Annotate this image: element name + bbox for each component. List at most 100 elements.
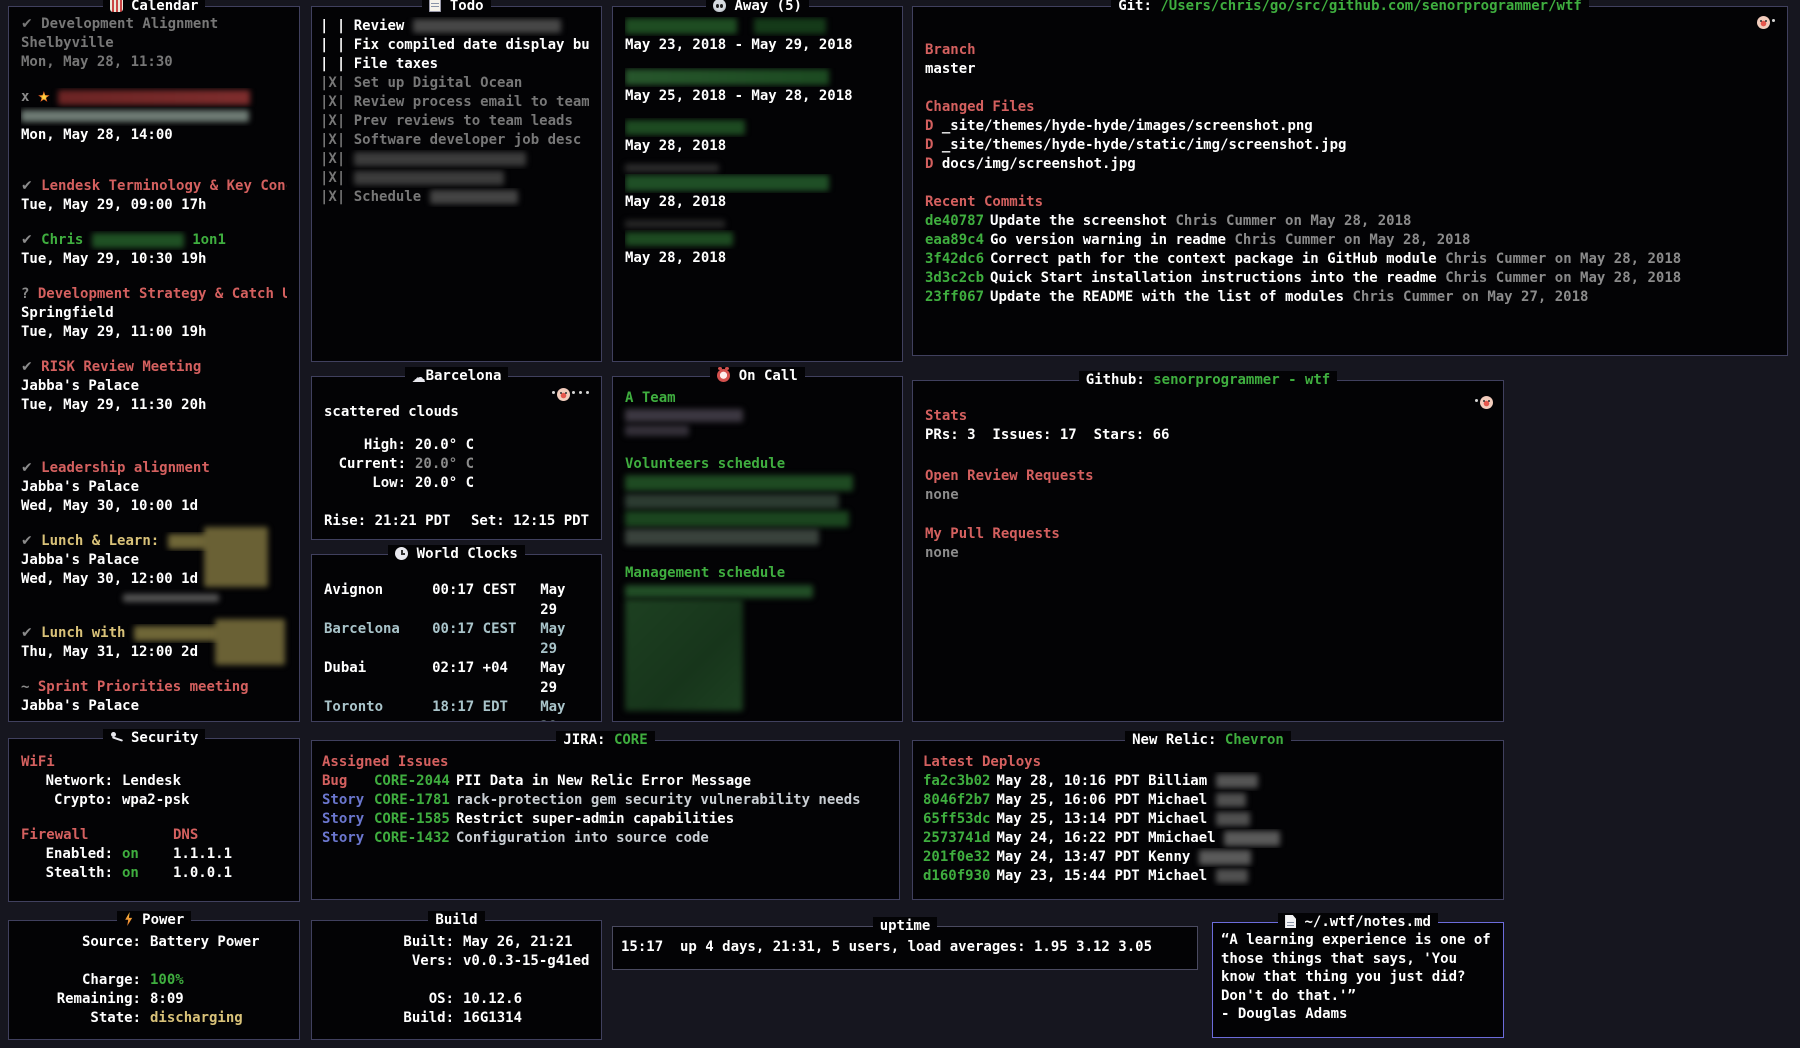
todo-item[interactable]: |X| Schedule	[320, 188, 589, 207]
event-bullet: ?	[21, 286, 29, 302]
recent-commits-label: Recent Commits	[925, 193, 1775, 212]
event-title: Lunch with	[41, 625, 125, 641]
redacted-text	[625, 164, 719, 172]
notes-quote: “A learning experience is one of those t…	[1221, 931, 1495, 1005]
todo-item[interactable]: |X| Set up Digital Ocean	[320, 74, 589, 93]
jira-panel: JIRA: CORE Assigned Issues BugCORE-2044P…	[311, 740, 900, 900]
dns-label: DNS	[173, 826, 232, 845]
git-panel: Git: /Users/chris/go/src/github.com/seno…	[912, 6, 1788, 356]
redacted-text	[625, 220, 725, 228]
checkbox-open[interactable]: | |	[320, 37, 345, 53]
stats-label: Stats	[925, 407, 1491, 426]
away-entry: May 28, 2018	[625, 163, 890, 212]
checkbox-open[interactable]: | |	[320, 18, 345, 34]
commit-row: 23ff067Update the README with the list o…	[925, 288, 1775, 307]
todo-item[interactable]: | | File taxes	[320, 55, 589, 74]
checkbox-done[interactable]: |X|	[320, 170, 345, 186]
uptime-panel: uptime 15:17 up 4 days, 21:31, 5 users, …	[612, 926, 1198, 970]
build-number: 16G1314	[463, 1010, 522, 1026]
event-title: Development Strategy & Catch U	[38, 286, 287, 302]
event-when: Tue, May 29, 10:30 19h	[21, 250, 287, 269]
checkbox-done[interactable]: |X|	[320, 132, 345, 148]
event-title: Lendesk Terminology & Key Conc	[41, 178, 287, 194]
checkbox-done[interactable]: |X|	[320, 94, 345, 110]
redacted-text	[430, 190, 518, 204]
open-reviews-label: Open Review Requests	[925, 467, 1491, 486]
on-call-team-heading: A Team	[625, 389, 890, 408]
todo-item[interactable]: |X| Prev reviews to team leads	[320, 112, 589, 131]
todo-panel: Todo | | Review | | Fix compiled date di…	[311, 6, 602, 362]
changed-file-row: D _site/themes/hyde-hyde/images/screensh…	[925, 117, 1775, 136]
away-dates: May 23, 2018 - May 29, 2018	[625, 36, 890, 55]
deploy-row: 8046f2b7May 25, 16:06 PDT Michael	[923, 791, 1491, 810]
checkbox-done[interactable]: |X|	[320, 151, 345, 167]
status-dot	[572, 391, 575, 394]
status-dot	[579, 391, 582, 394]
power-charge: 100%	[150, 972, 184, 988]
notes-attribution: - Douglas Adams	[1221, 1005, 1495, 1024]
deploy-row: 65ff53dcMay 25, 13:14 PDT Michael	[923, 810, 1491, 829]
event-bullet: ✔	[21, 533, 33, 549]
calendar-event: ✔ Development Alignment Shelbyville Mon,…	[21, 15, 287, 72]
checkbox-open[interactable]: | |	[320, 56, 345, 72]
away-entry: May 25, 2018 - May 28, 2018	[625, 68, 890, 106]
todo-item[interactable]: | | Review	[320, 17, 589, 36]
redacted-text	[625, 232, 733, 246]
sunrise: Rise: 21:21 PDT	[324, 512, 450, 531]
jira-issue-row: StoryCORE-1432Configuration into source …	[322, 829, 887, 848]
checkbox-done[interactable]: |X|	[320, 75, 345, 91]
jira-issue-row: BugCORE-2044PII Data in New Relic Error …	[322, 772, 887, 791]
away-dates: May 28, 2018	[625, 137, 890, 156]
redacted-text	[413, 19, 561, 33]
refresh-indicator	[1757, 15, 1777, 31]
calendar-event: ✔ RISK Review Meeting Jabba's Palace Tue…	[21, 358, 287, 415]
calendar-event: ? Development Strategy & Catch U Springf…	[21, 285, 287, 342]
todo-item[interactable]: | | Fix compiled date display bug	[320, 36, 589, 55]
firewall-stealth: on	[122, 865, 139, 881]
redacted-text	[625, 599, 743, 711]
new-relic-panel: New Relic: Chevron Latest Deploys fa2c3b…	[912, 740, 1504, 900]
event-location: Jabba's Palace	[21, 478, 287, 497]
redacted-text	[625, 69, 829, 85]
commit-row: 3f42dc6Correct path for the context pack…	[925, 250, 1775, 269]
redacted-text	[625, 18, 737, 34]
redacted-text	[625, 475, 853, 491]
redacted-text	[625, 409, 743, 422]
wifi-label: WiFi	[21, 753, 287, 772]
todo-item[interactable]: |X|	[320, 169, 589, 188]
my-prs-value: none	[925, 544, 1491, 563]
weather-condition: scattered clouds	[324, 403, 589, 422]
event-when: Mon, May 28, 14:00	[21, 126, 287, 145]
my-prs-label: My Pull Requests	[925, 525, 1491, 544]
commit-row: eaa89c4Go version warning in readme Chri…	[925, 231, 1775, 250]
build-version: v0.0.3-15-g41ed43_maste	[463, 953, 589, 969]
jira-issue-row: StoryCORE-1585Restrict super-admin capab…	[322, 810, 887, 829]
event-location: Jabba's Palace	[21, 697, 287, 716]
todo-item[interactable]: |X|	[320, 150, 589, 169]
redacted-text	[625, 425, 689, 436]
commit-row: 3d3c2cbQuick Start installation instruct…	[925, 269, 1775, 288]
checkbox-done[interactable]: |X|	[320, 189, 345, 205]
build-panel: Build Built:May 26, 21:21 Vers:v0.0.3-15…	[311, 920, 602, 1040]
weather-high: 20.0° C	[415, 437, 474, 453]
redacted-text	[625, 511, 849, 527]
checkbox-done[interactable]: |X|	[320, 113, 345, 129]
redacted-text	[754, 18, 826, 34]
dns-primary: 1.1.1.1	[173, 845, 232, 864]
changed-file-row: D docs/img/screenshot.jpg	[925, 155, 1775, 174]
event-when: Wed, May 30, 10:00 1d	[21, 497, 287, 516]
redacted-text	[215, 619, 285, 665]
event-location: Jabba's Palace	[21, 377, 287, 396]
away-entry: May 28, 2018	[625, 219, 890, 268]
todo-item[interactable]: |X| Review process email to team	[320, 93, 589, 112]
redacted-text	[58, 90, 250, 105]
redacted-text	[625, 529, 819, 545]
event-bullet: ~	[21, 679, 29, 695]
calendar-event: ✔ Leadership alignment Jabba's Palace We…	[21, 459, 287, 516]
deploy-row: 201f0e32May 24, 13:47 PDT Kenny	[923, 848, 1491, 867]
away-dates: May 28, 2018	[625, 193, 890, 212]
notes-panel[interactable]: ~/.wtf/notes.md “A learning experience i…	[1212, 922, 1504, 1038]
firewall-enabled: on	[122, 846, 139, 862]
todo-item[interactable]: |X| Software developer job desc	[320, 131, 589, 150]
on-call-panel: On Call A Team Volunteers schedule Manag…	[612, 376, 903, 722]
